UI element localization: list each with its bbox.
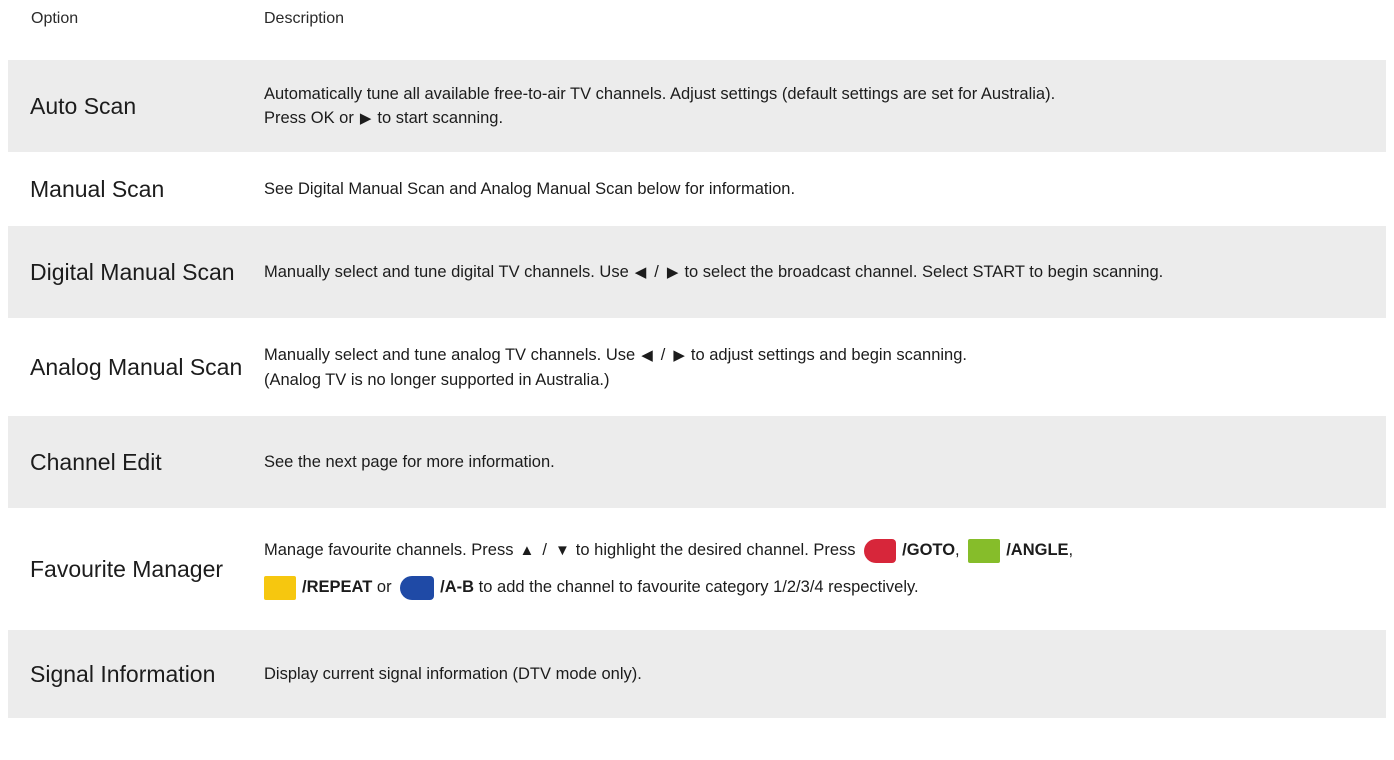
option-label: Digital Manual Scan — [30, 259, 235, 285]
description-line: Manage favourite channels. Press ▲ / ▼ to hi… — [264, 538, 1366, 563]
option-label: Auto Scan — [30, 93, 137, 119]
option-label: Channel Edit — [30, 449, 162, 475]
options-table: Auto Scan Automatically tune all availab… — [8, 60, 1386, 718]
description-line: /REPEAT or /A-B to add the channel to fa… — [264, 575, 1366, 600]
red-key-icon — [864, 538, 897, 563]
description-note: (Analog TV is no longer supported in Aus… — [264, 370, 610, 389]
option-description: Manage favourite channels. Press ▲ / ▼ to hi… — [264, 538, 1386, 600]
table-row-favourite-manager: Favourite Manager Manage favourite chann… — [8, 510, 1386, 628]
option-column-header: Option — [31, 10, 79, 27]
table-row-signal-information: Signal Information Display current signa… — [8, 630, 1386, 718]
yellow-key-icon — [264, 575, 296, 600]
table-row-manual-scan: Manual Scan See Digital Manual Scan and … — [8, 154, 1386, 224]
table-row-auto-scan: Auto Scan Automatically tune all availab… — [8, 60, 1386, 152]
left-arrow-icon: ◀ — [634, 263, 647, 281]
option-label: Analog Manual Scan — [30, 354, 243, 380]
option-description: Manually select and tune analog TV chann… — [264, 343, 1386, 392]
option-label: Signal Information — [30, 661, 216, 687]
option-description: See Digital Manual Scan and Analog Manua… — [264, 180, 796, 198]
down-arrow-icon: ▼ — [554, 542, 570, 560]
right-arrow-icon: ▶ — [359, 109, 372, 127]
option-label: Favourite Manager — [30, 556, 224, 582]
description-line: Automatically tune all available free-to… — [264, 84, 1056, 103]
option-label: Manual Scan — [30, 176, 165, 202]
blue-key-icon — [400, 575, 435, 600]
right-arrow-icon: ▶ — [673, 346, 685, 364]
green-key-icon — [968, 538, 1001, 563]
description-line: Manually select and tune analog TV chann… — [264, 343, 1366, 368]
left-arrow-icon: ◀ — [641, 346, 653, 364]
option-description: Automatically tune all available free-to… — [264, 82, 1386, 131]
description-line: Press OK or ▶ to start scanning. — [264, 106, 1366, 131]
table-row-digital-manual-scan: Digital Manual Scan Manually select and … — [8, 226, 1386, 318]
description-column-header: Description — [264, 10, 345, 27]
option-description: Display current signal information (DTV … — [264, 665, 642, 683]
table-row-channel-edit: Channel Edit See the next page for more … — [8, 416, 1386, 508]
option-description: See the next page for more information. — [264, 453, 555, 471]
option-description: Manually select and tune digital TV chan… — [264, 260, 1386, 285]
up-arrow-icon: ▲ — [519, 542, 535, 560]
right-arrow-icon: ▶ — [666, 263, 679, 281]
table-row-analog-manual-scan: Analog Manual Scan Manually select and t… — [8, 320, 1386, 414]
